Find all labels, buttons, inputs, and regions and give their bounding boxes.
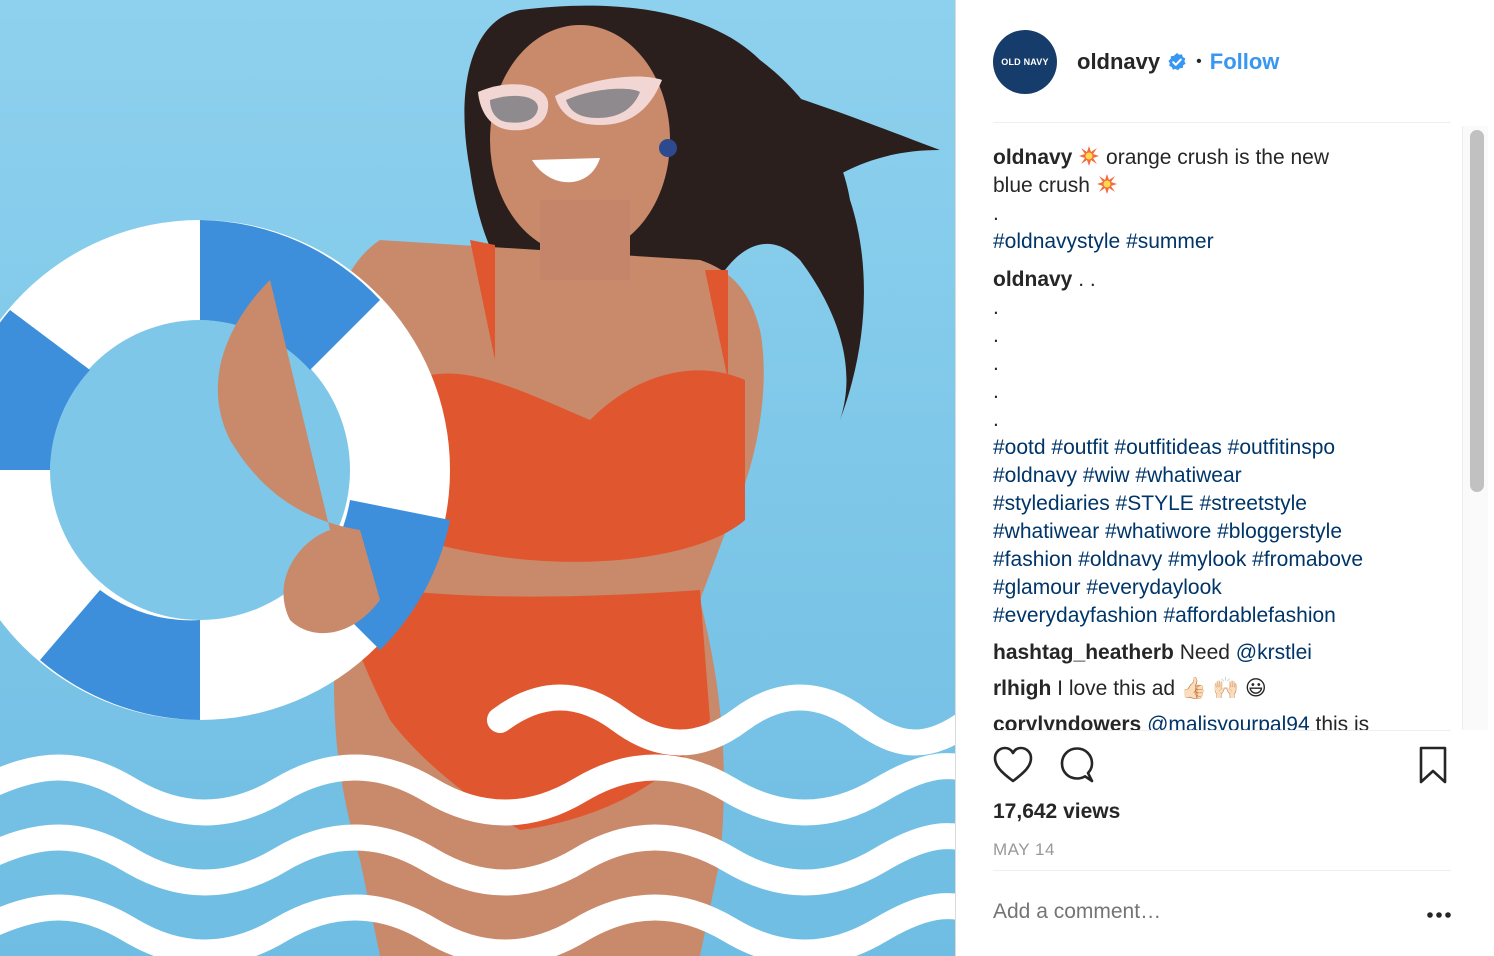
- hashtag-comment: oldnavy . . . . . . . #ootd #outfit #out…: [993, 266, 1463, 630]
- post-header: OLD NAVY oldnavy • Follow: [993, 30, 1453, 94]
- collision-emoji-icon: [1079, 146, 1100, 166]
- comment-username[interactable]: rlhigh: [993, 677, 1051, 700]
- comment-bubble-icon[interactable]: [1057, 744, 1097, 788]
- hashtag-line[interactable]: #stylediaries #STYLE #streetstyle: [993, 490, 1463, 518]
- hashtag-line[interactable]: #fashion #oldnavy #mylook #fromabove: [993, 546, 1463, 574]
- comments-scrollbar[interactable]: [1462, 126, 1488, 730]
- hashtag-line[interactable]: #ootd #outfit #outfitideas #outfitinspo: [993, 434, 1463, 462]
- caption: oldnavy orange crush is the new blue cru…: [993, 144, 1463, 256]
- hashtag-line[interactable]: #oldnavy #wiw #whatiwear: [993, 462, 1463, 490]
- composer-divider: [993, 870, 1451, 871]
- dot-line: .: [993, 352, 999, 375]
- views-count[interactable]: 17,642 views: [993, 800, 1120, 824]
- post-image[interactable]: [0, 0, 955, 956]
- comment-username[interactable]: hashtag_heatherb: [993, 641, 1174, 664]
- comment-username[interactable]: corylyndowers: [993, 713, 1141, 730]
- post-photo-illustration: [0, 0, 955, 956]
- post-date[interactable]: MAY 14: [993, 840, 1055, 860]
- avatar-logo-text: OLD NAVY: [1001, 57, 1049, 67]
- comment-emoji: 👍🏻 🙌🏻 😃: [1180, 677, 1267, 700]
- caption-line-2: blue crush: [993, 174, 1090, 197]
- comment-mention[interactable]: @krstlei: [1236, 641, 1312, 664]
- follow-button[interactable]: Follow: [1210, 49, 1280, 75]
- dot-line: .: [993, 408, 999, 431]
- avatar[interactable]: OLD NAVY: [993, 30, 1057, 94]
- dot-line: .: [993, 296, 999, 319]
- caption-username[interactable]: oldnavy: [993, 146, 1072, 169]
- header-separator: •: [1196, 53, 1202, 70]
- action-bar: [993, 744, 1451, 788]
- hashtag-line[interactable]: #everydayfashion #affordablefashion: [993, 602, 1463, 630]
- heart-icon[interactable]: [993, 744, 1033, 788]
- caption-line-1: orange crush is the new: [1106, 146, 1330, 169]
- dot-line: .: [993, 324, 999, 347]
- header-username[interactable]: oldnavy: [1077, 49, 1160, 75]
- header-divider: [993, 122, 1451, 123]
- caption-hashtags[interactable]: #oldnavystyle #summer: [993, 228, 1463, 256]
- comment-username[interactable]: oldnavy: [993, 268, 1072, 291]
- comments-list[interactable]: oldnavy orange crush is the new blue cru…: [993, 126, 1463, 730]
- comment-dots: . .: [1078, 268, 1096, 291]
- comment-row: corylyndowers @malisyourpal94 this is: [993, 711, 1463, 730]
- scrollbar-thumb[interactable]: [1470, 130, 1484, 492]
- caption-dot: .: [993, 202, 999, 225]
- add-comment-input[interactable]: [993, 900, 1373, 924]
- comment-row: hashtag_heatherb Need @krstlei: [993, 639, 1463, 667]
- verified-badge-icon: [1168, 53, 1186, 71]
- comment-text: Need: [1179, 641, 1230, 664]
- more-dots-icon[interactable]: [1424, 903, 1454, 927]
- comment-mention[interactable]: @malisyourpal94: [1147, 713, 1310, 730]
- hashtag-line[interactable]: #glamour #everydaylook: [993, 574, 1463, 602]
- actions-divider: [993, 730, 1451, 731]
- dot-line: .: [993, 380, 999, 403]
- post-side-panel: OLD NAVY oldnavy • Follow oldnavy orange…: [956, 0, 1494, 956]
- comment-row: rlhigh I love this ad 👍🏻 🙌🏻 😃: [993, 675, 1463, 703]
- hashtag-line[interactable]: #whatiwear #whatiwore #bloggerstyle: [993, 518, 1463, 546]
- bookmark-icon[interactable]: [1413, 744, 1453, 788]
- collision-emoji-icon: [1096, 174, 1117, 194]
- comment-text: this is: [1315, 713, 1370, 730]
- comment-text: I love this ad: [1057, 677, 1176, 700]
